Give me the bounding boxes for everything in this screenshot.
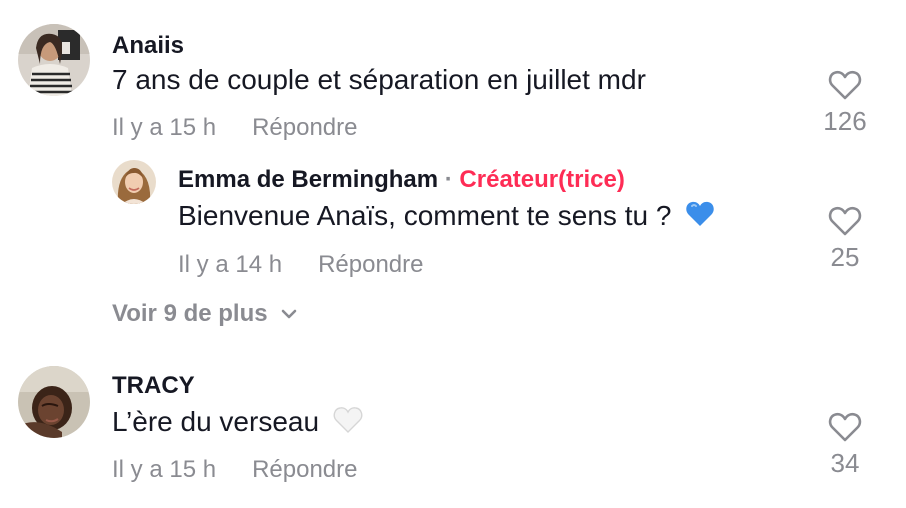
- reply-meta: Il y a 14 h Répondre: [178, 251, 423, 279]
- reply-button[interactable]: Répondre: [252, 114, 357, 141]
- like-button[interactable]: 25: [815, 206, 875, 273]
- comment-timestamp: Il y a 15 h: [112, 114, 217, 141]
- comment-text: L’ère du verseau: [112, 406, 320, 437]
- reply-author-name[interactable]: Emma de Bermingham: [178, 166, 438, 193]
- like-count: 34: [830, 448, 860, 478]
- comment-meta: Il y a 15 h Répondre: [112, 456, 357, 484]
- reply-username: Emma de Bermingham · Créateur(trice): [178, 166, 625, 194]
- reply-button[interactable]: Répondre: [252, 456, 357, 483]
- creator-separator: ·: [444, 166, 453, 193]
- like-button[interactable]: 34: [815, 412, 875, 479]
- reply-timestamp: Il y a 14 h: [178, 251, 283, 278]
- blue-heart-icon: [685, 200, 715, 235]
- like-count: 126: [823, 106, 867, 136]
- avatar[interactable]: [18, 366, 90, 438]
- white-heart-icon: [333, 406, 363, 441]
- heart-outline-icon: [828, 206, 862, 236]
- comment-text-line: L’ère du verseau: [112, 406, 363, 441]
- like-button[interactable]: 126: [815, 70, 875, 137]
- heart-outline-icon: [828, 412, 862, 442]
- comment-text: 7 ans de couple et séparation en juillet…: [112, 64, 646, 95]
- creator-badge: Créateur(trice): [459, 166, 625, 193]
- reply-text: Bienvenue Anaïs, comment te sens tu ?: [178, 200, 672, 231]
- view-more-label: Voir 9 de plus: [112, 300, 268, 327]
- heart-outline-icon: [828, 70, 862, 100]
- avatar[interactable]: [18, 24, 90, 96]
- reply-text-line: Bienvenue Anaïs, comment te sens tu ?: [178, 200, 715, 235]
- avatar[interactable]: [112, 160, 156, 204]
- comment-username[interactable]: TRACY: [112, 372, 195, 400]
- chevron-down-icon: [281, 309, 296, 319]
- like-count: 25: [830, 242, 860, 272]
- comment-username[interactable]: Anaiis: [112, 32, 184, 60]
- comment-timestamp: Il y a 15 h: [112, 456, 217, 483]
- view-more-replies-button[interactable]: Voir 9 de plus: [112, 300, 298, 328]
- reply-button[interactable]: Répondre: [318, 251, 423, 278]
- comment-meta: Il y a 15 h Répondre: [112, 114, 357, 142]
